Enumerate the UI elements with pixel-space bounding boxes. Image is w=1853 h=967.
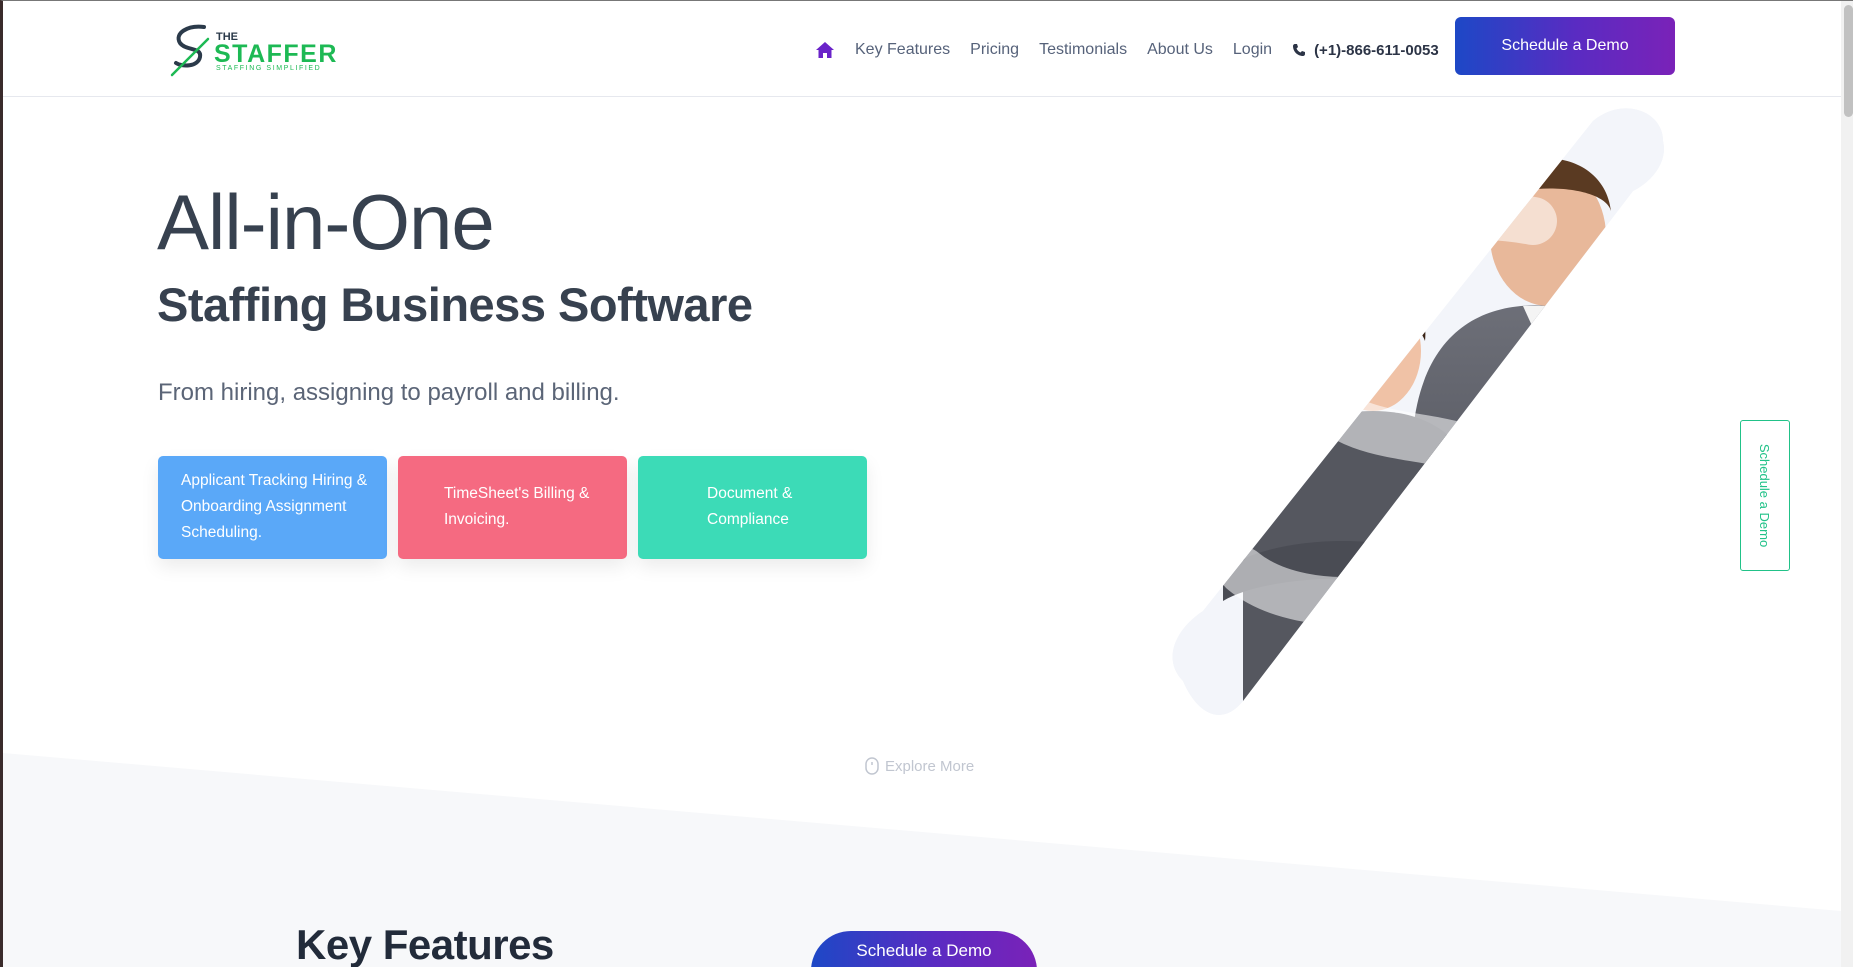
home-icon[interactable] bbox=[815, 40, 835, 60]
phone-icon bbox=[1293, 44, 1306, 56]
nav-key-features[interactable]: Key Features bbox=[855, 41, 950, 59]
phone-link[interactable]: (+1)-866-611-0053 bbox=[1292, 42, 1439, 59]
scrollbar-thumb[interactable] bbox=[1844, 5, 1853, 117]
nav-login[interactable]: Login bbox=[1233, 41, 1272, 59]
logo-tagline: STAFFING SIMPLIFIED bbox=[216, 65, 322, 72]
schedule-demo-button[interactable]: Schedule a Demo bbox=[1455, 17, 1675, 75]
feature-card-applicant-tracking[interactable]: Applicant Tracking Hiring & Onboarding A… bbox=[158, 456, 387, 559]
scrollbar[interactable] bbox=[1841, 1, 1853, 967]
explore-more-link[interactable]: Explore More bbox=[865, 757, 974, 775]
main-nav: Key Features Pricing Testimonials About … bbox=[815, 37, 1439, 63]
mouse-icon bbox=[865, 757, 879, 775]
card-line: Compliance bbox=[707, 511, 789, 528]
feature-card-timesheets[interactable]: TimeSheet's Billing & Invoicing. bbox=[398, 456, 627, 559]
key-features-heading: Key Features bbox=[296, 921, 554, 967]
side-tab-label: Schedule a Demo bbox=[1757, 443, 1773, 548]
logo-s-icon bbox=[170, 24, 210, 77]
nav-about-us[interactable]: About Us bbox=[1147, 41, 1213, 59]
hero-title: All-in-One bbox=[157, 178, 495, 266]
nav-testimonials[interactable]: Testimonials bbox=[1039, 41, 1127, 59]
explore-more-label: Explore More bbox=[885, 757, 975, 775]
card-line: TimeSheet's Billing & bbox=[444, 485, 590, 502]
card-line: Scheduling. bbox=[181, 524, 263, 541]
side-schedule-demo-tab[interactable]: Schedule a Demo bbox=[1740, 420, 1790, 571]
floating-demo-label: Schedule a Demo bbox=[856, 941, 992, 960]
nav-pricing[interactable]: Pricing bbox=[970, 41, 1019, 59]
feature-card-documents[interactable]: Document & Compliance bbox=[638, 456, 867, 559]
floating-schedule-demo-button[interactable]: Schedule a Demo bbox=[811, 931, 1037, 967]
card-line: Document & bbox=[707, 485, 793, 502]
card-line: Applicant Tracking Hiring & bbox=[181, 472, 368, 489]
card-line: Onboarding Assignment bbox=[181, 498, 347, 515]
phone-number: (+1)-866-611-0053 bbox=[1314, 41, 1439, 59]
hero-description: From hiring, assigning to payroll and bi… bbox=[158, 379, 620, 406]
card-line: Invoicing. bbox=[444, 511, 510, 528]
site-header: THE STAFFER STAFFING SIMPLIFIED Key Feat… bbox=[3, 1, 1841, 97]
page: THE STAFFER STAFFING SIMPLIFIED Key Feat… bbox=[0, 0, 1853, 967]
hero-subtitle-heading: Staffing Business Software bbox=[157, 278, 753, 331]
hero-illustration bbox=[1172, 108, 1664, 715]
logo[interactable]: THE STAFFER STAFFING SIMPLIFIED bbox=[168, 21, 338, 81]
